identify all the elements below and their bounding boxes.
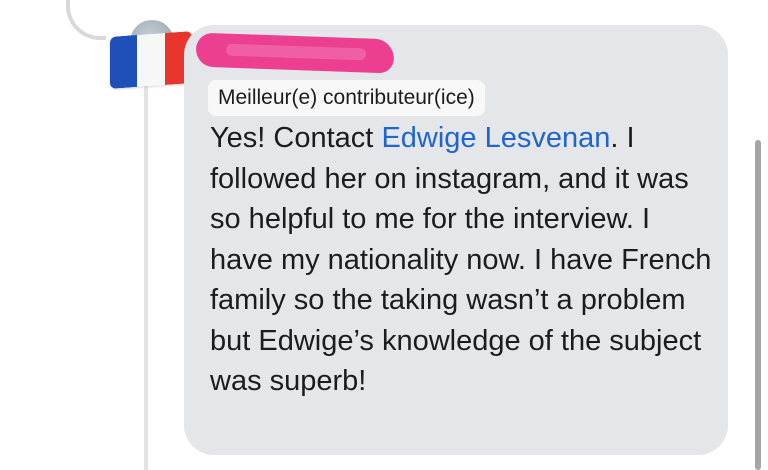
top-contributor-badge: Meilleur(e) contributeur(ice) <box>208 80 485 116</box>
mention-link[interactable]: Edwige Lesvenan <box>381 122 610 154</box>
comment-screen: Meilleur(e) contributeur(ice) Yes! Conta… <box>0 0 768 470</box>
redacted-author-name <box>195 32 395 74</box>
comment-text-start: Yes! Contact <box>210 122 382 154</box>
thread-vertical-line <box>144 78 148 470</box>
comment-text-rest: . I followed her on instagram, and it wa… <box>210 122 712 397</box>
scrollbar[interactable] <box>755 140 761 470</box>
france-flag-icon <box>110 31 192 89</box>
thread-connector-line <box>66 0 106 40</box>
comment-body: Yes! Contact Edwige Lesvenan. I followed… <box>210 118 720 402</box>
